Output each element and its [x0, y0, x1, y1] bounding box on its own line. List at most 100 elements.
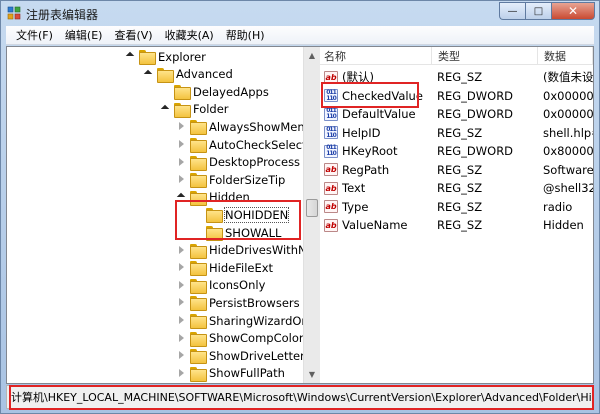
value-type: REG_DWORD: [437, 88, 514, 103]
tree-item-persistbrowsers[interactable]: PersistBrowsers: [177, 294, 300, 312]
string-value-icon: ab: [324, 163, 338, 176]
value-type: REG_SZ: [437, 125, 483, 140]
window-title: 注册表编辑器: [26, 8, 99, 22]
tree-item-advanced[interactable]: Advanced: [144, 66, 233, 83]
value-row[interactable]: ab Type REG_SZ radio: [320, 198, 593, 216]
tree-item-autocheckselect[interactable]: AutoCheckSelect: [177, 136, 303, 153]
tree-item-label: ShowCompColor: [209, 331, 303, 346]
folder-icon: [190, 155, 207, 171]
header-name[interactable]: 名称: [320, 47, 432, 65]
tree-item-desktopprocess[interactable]: DesktopProcess: [177, 154, 300, 171]
folder-icon: [190, 331, 207, 347]
tree-item-folder[interactable]: Folder: [161, 101, 229, 118]
expand-arrow-icon[interactable]: [177, 351, 186, 360]
value-row[interactable]: ab Text REG_SZ @shell32.dll: [320, 179, 593, 197]
collapse-arrow-icon[interactable]: [144, 70, 153, 79]
menu-file[interactable]: 文件(F): [10, 27, 59, 43]
folder-icon: [190, 296, 207, 312]
menu-view[interactable]: 查看(V): [108, 27, 158, 43]
tree-item-hidden[interactable]: Hidden: [177, 189, 250, 206]
collapse-arrow-icon[interactable]: [161, 105, 170, 114]
tree-item-hidefileext[interactable]: HideFileExt: [177, 259, 274, 277]
expand-arrow-icon[interactable]: [177, 175, 186, 184]
maximize-button[interactable]: □: [525, 2, 551, 20]
value-data: 0x00000002: [543, 107, 593, 121]
menu-help[interactable]: 帮助(H): [220, 27, 271, 43]
value-type: REG_DWORD: [437, 144, 514, 158]
value-data: @shell32.dll: [543, 181, 593, 195]
tree-item-label: HideFileExt: [209, 260, 274, 275]
tree-item-showall[interactable]: SHOWALL: [193, 224, 281, 241]
header-data[interactable]: 数据: [538, 47, 593, 65]
list-header: 名称 类型 数据: [320, 47, 593, 65]
tree-item-label: DesktopProcess: [209, 155, 301, 170]
expand-arrow-icon[interactable]: [177, 157, 186, 167]
dword-value-icon: 011 110: [324, 89, 338, 102]
value-name: CheckedValue: [342, 88, 423, 103]
value-row[interactable]: 011 110 CheckedValue REG_DWORD 0x00000002: [320, 87, 593, 105]
status-bar: 计算机\HKEY_LOCAL_MACHINE\SOFTWARE\Microsof…: [6, 385, 594, 409]
value-name: HKeyRoot: [342, 144, 398, 158]
tree-item-explorer[interactable]: Explorer: [126, 48, 206, 65]
expand-arrow-icon[interactable]: [177, 368, 186, 378]
value-data: shell.hlp#51105: [543, 125, 593, 140]
value-name: (默认): [342, 70, 374, 84]
collapse-arrow-icon[interactable]: [126, 52, 135, 61]
value-row[interactable]: ab ValueName REG_SZ Hidden: [320, 216, 593, 234]
value-row[interactable]: 011 110 HKeyRoot REG_DWORD 0x80000001: [320, 142, 593, 160]
expand-arrow-icon[interactable]: [177, 140, 186, 149]
tree-item-iconsonly[interactable]: IconsOnly: [177, 277, 265, 294]
value-row[interactable]: 011 110 HelpID REG_SZ shell.hlp#51105: [320, 124, 593, 142]
tree-item-label: NOHIDDEN: [223, 206, 290, 223]
value-name: ValueName: [342, 218, 408, 232]
scroll-down-icon[interactable]: ▼: [304, 366, 320, 383]
value-row[interactable]: 011 110 DefaultValue REG_DWORD 0x00000002: [320, 105, 593, 123]
value-row[interactable]: ab RegPath REG_SZ Software\Microsoft: [320, 161, 593, 179]
minimize-button[interactable]: —: [499, 2, 525, 20]
value-row[interactable]: ab (默认) REG_SZ (数值未设置): [320, 68, 593, 86]
value-name: Text: [342, 181, 366, 195]
scroll-thumb[interactable]: [306, 199, 318, 217]
expand-arrow-icon[interactable]: [177, 263, 186, 272]
tree-item-showdriveletters[interactable]: ShowDriveLetters: [177, 347, 303, 365]
header-type[interactable]: 类型: [432, 47, 538, 65]
folder-icon: [157, 67, 174, 83]
value-name-cell: ab Type: [320, 198, 432, 216]
expand-arrow-icon[interactable]: [177, 280, 186, 290]
string-value-icon: ab: [324, 181, 338, 195]
expand-arrow-icon[interactable]: [177, 333, 186, 343]
value-list: 名称 类型 数据 ab (默认) REG_SZ (数值未设置) 011 110 Check…: [320, 47, 593, 383]
collapse-arrow-icon[interactable]: [177, 193, 186, 202]
tree-item-showcompcolor[interactable]: ShowCompColor: [177, 330, 303, 347]
close-button[interactable]: ✕: [551, 2, 595, 20]
tree-item-showfullpath[interactable]: ShowFullPath: [177, 365, 285, 382]
tree-item-hidedriveswithnomedia[interactable]: HideDrivesWithNoMedia: [177, 242, 303, 259]
tree-item-label: IconsOnly: [209, 278, 266, 293]
folder-icon: [190, 120, 207, 136]
tree-item-foldersizetip[interactable]: FolderSizeTip: [177, 171, 285, 189]
tree-item-alwaysshowmenus[interactable]: AlwaysShowMenus: [177, 118, 303, 136]
folder-icon: [206, 208, 223, 224]
caption-buttons: — □ ✕: [499, 2, 595, 20]
tree-item-sharingwizardon[interactable]: SharingWizardOn: [177, 312, 303, 329]
expand-arrow-icon[interactable]: [177, 316, 186, 325]
value-type: REG_SZ: [437, 70, 483, 84]
tree-item-label: Hidden: [209, 190, 250, 205]
value-name-cell: ab (默认): [320, 68, 432, 86]
dword-value-icon: 011 110: [324, 126, 338, 139]
title-bar[interactable]: 注册表编辑器 — □ ✕: [1, 1, 599, 25]
value-data: 0x00000002: [543, 88, 593, 103]
expand-arrow-icon[interactable]: [177, 245, 186, 255]
tree-scrollbar[interactable]: ▲ ▼: [303, 47, 320, 383]
value-type: REG_SZ: [437, 199, 483, 214]
scroll-up-icon[interactable]: ▲: [304, 47, 320, 64]
folder-icon: [190, 366, 207, 382]
menu-favorites[interactable]: 收藏夹(A): [159, 27, 220, 43]
tree-item-nohidden[interactable]: NOHIDDEN: [193, 206, 290, 224]
expand-arrow-icon[interactable]: [177, 298, 186, 307]
registry-editor-window: 注册表编辑器 — □ ✕ 文件(F) 编辑(E) 查看(V) 收藏夹(A) 帮助…: [0, 0, 600, 414]
value-type: REG_SZ: [437, 162, 483, 177]
menu-edit[interactable]: 编辑(E): [59, 27, 109, 43]
expand-arrow-icon[interactable]: [177, 122, 186, 131]
tree-item-delayedapps[interactable]: DelayedApps: [161, 83, 269, 101]
